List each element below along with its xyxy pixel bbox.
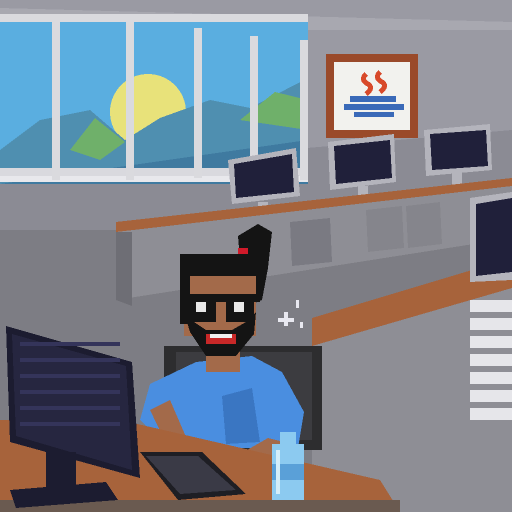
monitor-icon <box>470 192 512 282</box>
office-scene <box>0 0 512 512</box>
drawer-unit <box>470 300 512 420</box>
poster-frame <box>326 54 418 138</box>
